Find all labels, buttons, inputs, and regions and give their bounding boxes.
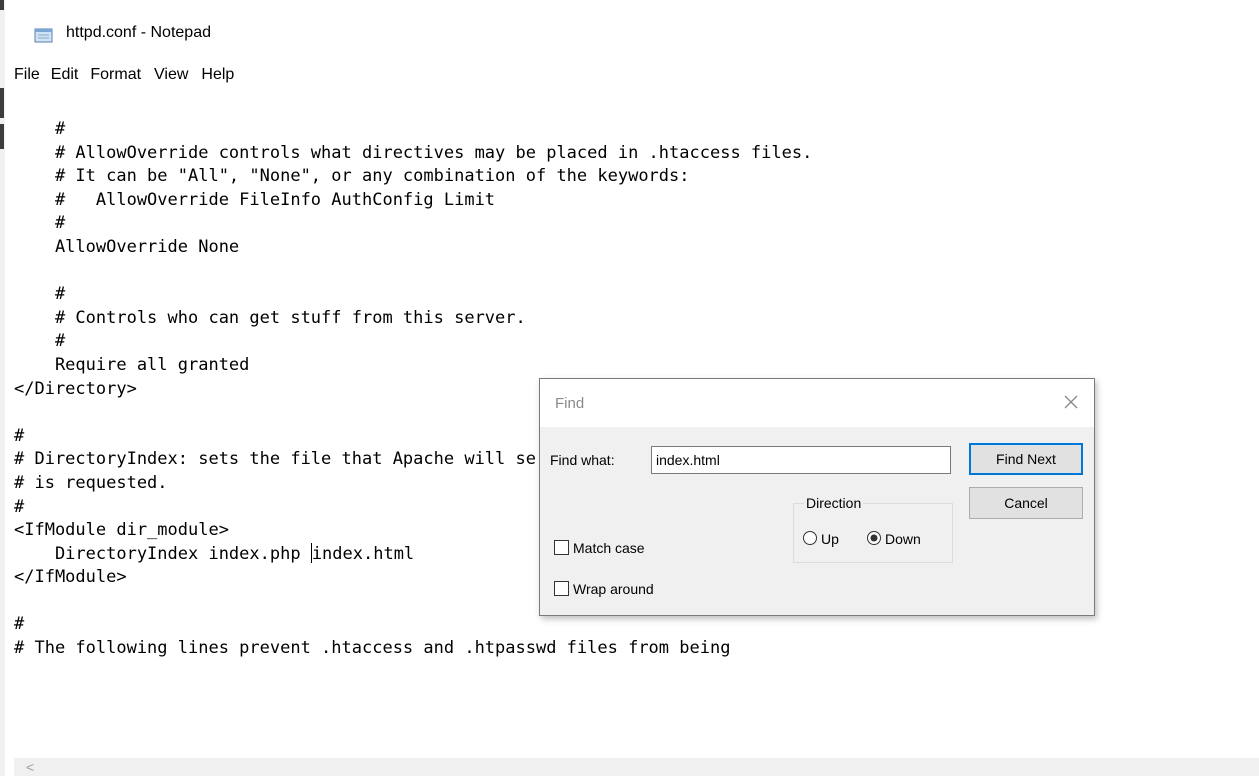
scroll-left-icon[interactable]: < [26, 758, 34, 776]
horizontal-scrollbar[interactable]: < [14, 758, 1259, 776]
code-line: # AllowOverride FileInfo AuthConfig Limi… [14, 189, 496, 210]
code-line: # It can be "All", "None", or any combin… [14, 166, 690, 187]
code-line: # [14, 331, 66, 352]
cancel-button[interactable]: Cancel [969, 487, 1083, 519]
code-line: # [14, 119, 66, 139]
direction-label: Direction [804, 495, 864, 511]
window-title: httpd.conf - Notepad [66, 24, 211, 41]
code-line: # The following lines prevent .htaccess … [14, 638, 731, 659]
edge-segment [0, 0, 4, 10]
code-line: # AllowOverride controls what directives… [14, 142, 813, 163]
radio-up[interactable] [802, 530, 818, 546]
menu-edit[interactable]: Edit [51, 66, 79, 84]
code-text-after-caret: index.html [311, 543, 415, 564]
close-icon[interactable] [1060, 391, 1082, 413]
wrap-around-label: Wrap around [573, 581, 654, 597]
menu-view[interactable]: View [154, 66, 188, 84]
edge-segment [0, 124, 4, 149]
find-what-label-text: Find what: [550, 452, 615, 468]
desktop-edge [0, 0, 5, 776]
cancel-label: Cancel [1004, 495, 1048, 511]
dialog-title: Find [555, 395, 585, 412]
find-next-label: Find Next [996, 451, 1056, 467]
match-case-label: Match case [573, 540, 645, 556]
menu-bar: File Edit Format View Help [14, 60, 234, 90]
code-text-before-caret: DirectoryIndex index.php [14, 543, 311, 564]
edge-segment [0, 88, 4, 118]
find-dialog: Find Find what: Find Next Cancel Directi… [539, 378, 1095, 616]
code-line: # [14, 213, 66, 234]
notepad-icon [34, 28, 53, 43]
code-line: AllowOverride None [14, 236, 240, 257]
code-line: # Controls who can get stuff from this s… [14, 307, 526, 328]
up-label: Up [821, 531, 839, 547]
find-what-label: Find what: [550, 452, 615, 468]
menu-help[interactable]: Help [201, 66, 234, 84]
find-what-input[interactable] [651, 446, 951, 474]
title-bar[interactable]: httpd.conf - Notepad [14, 0, 1259, 60]
code-line: # [14, 614, 25, 635]
dialog-title-bar[interactable]: Find [540, 379, 1094, 427]
wrap-around-checkbox[interactable] [554, 581, 569, 596]
code-line: Require all granted [14, 354, 250, 375]
menu-file[interactable]: File [14, 66, 40, 84]
menu-format[interactable]: Format [90, 66, 141, 84]
code-line: # [14, 284, 66, 305]
find-next-button[interactable]: Find Next [969, 443, 1083, 475]
match-case-checkbox[interactable] [554, 540, 569, 555]
radio-down[interactable] [866, 530, 882, 546]
down-label: Down [885, 531, 921, 547]
